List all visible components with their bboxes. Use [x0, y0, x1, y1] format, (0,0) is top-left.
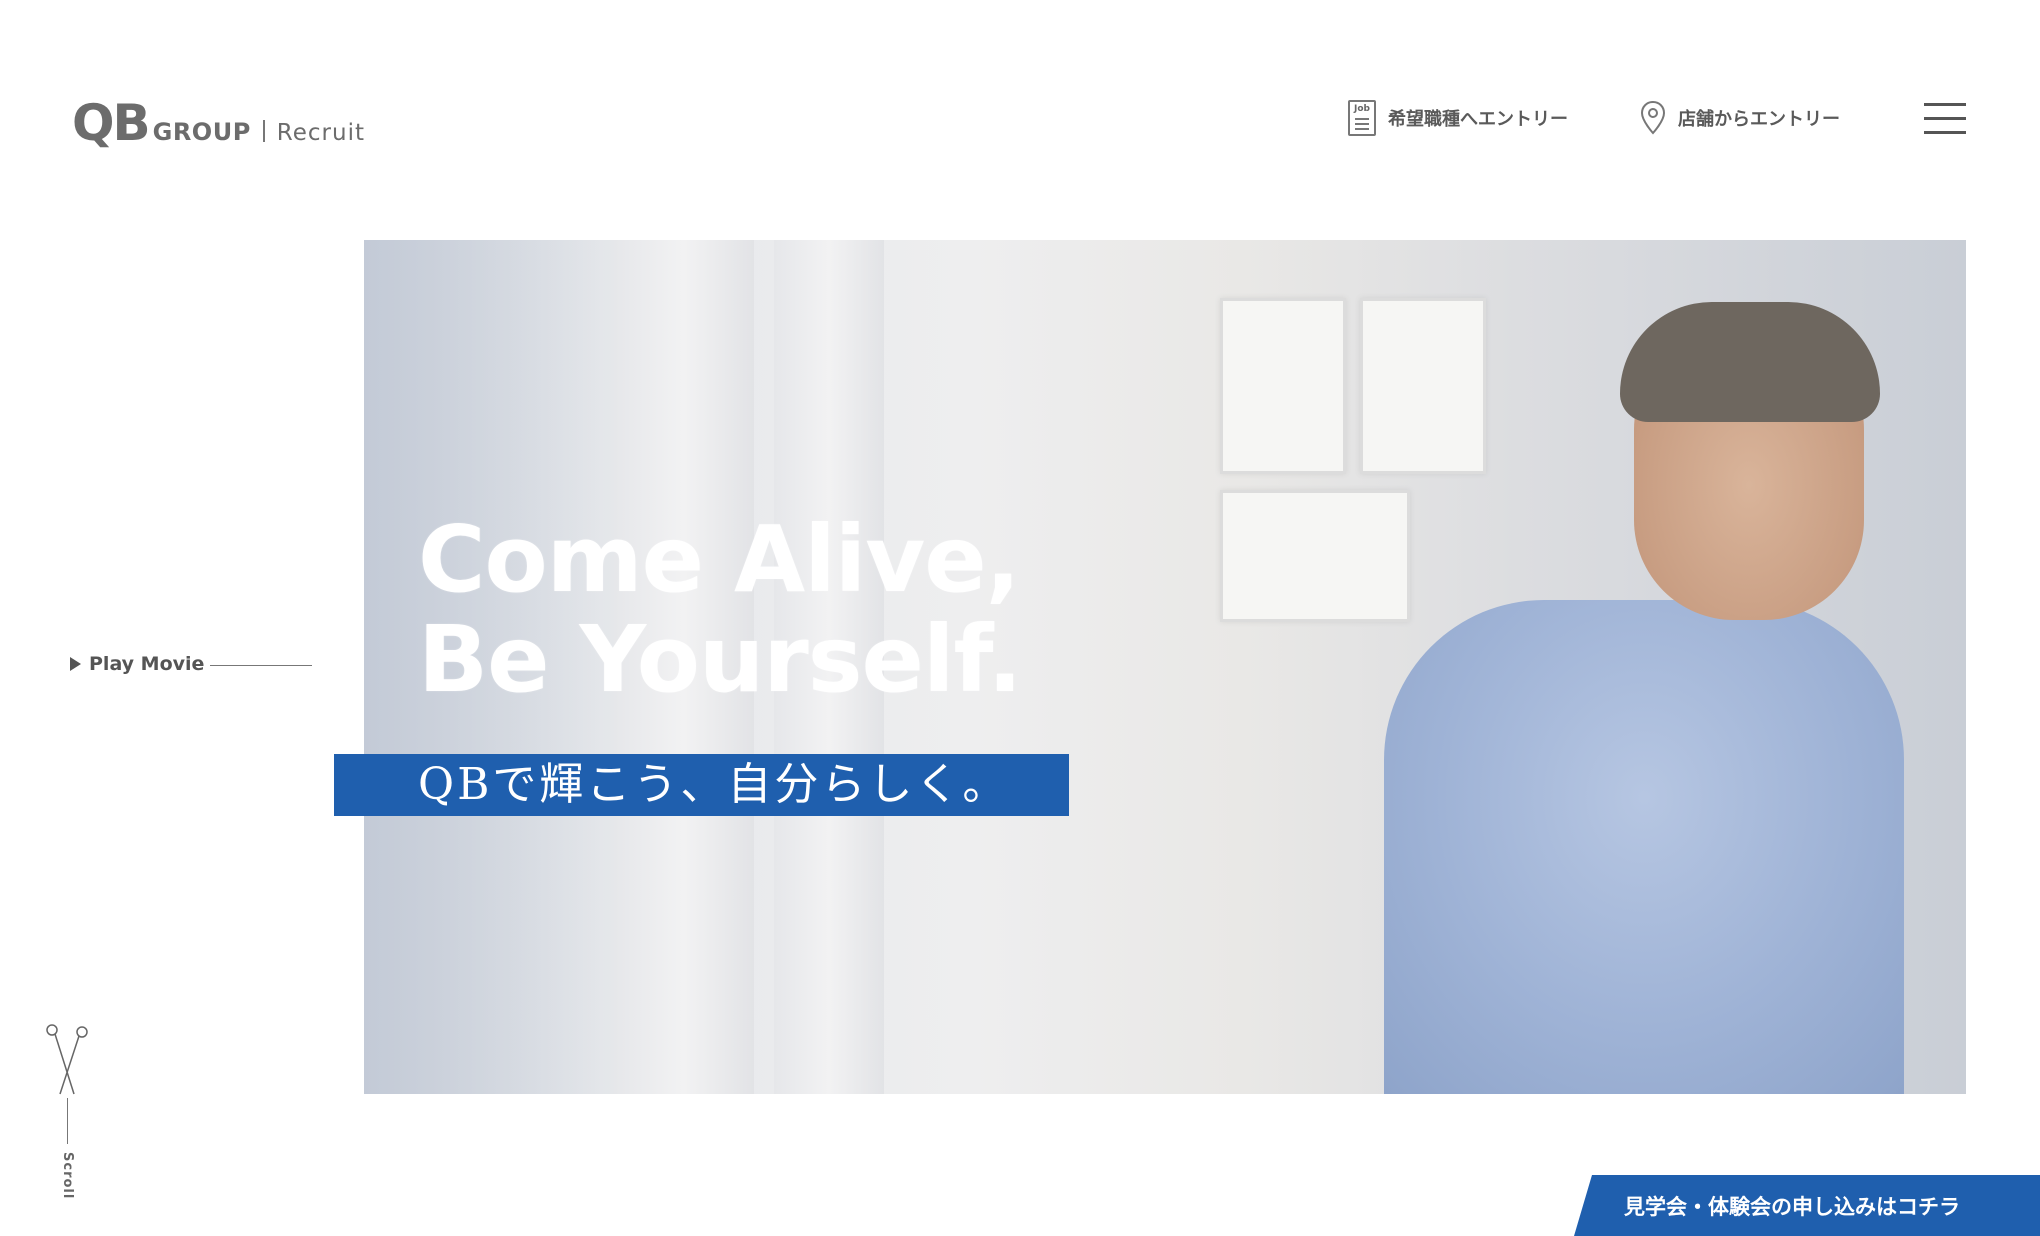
person	[1384, 600, 1904, 1094]
logo-group: GROUP	[152, 118, 251, 146]
logo-qb: QB	[72, 94, 151, 152]
job-icon-label: Job	[1354, 104, 1370, 114]
hamburger-menu-button[interactable]	[1924, 103, 1966, 135]
nav-entry-by-store[interactable]: 店舗からエントリー	[1640, 100, 1840, 136]
tour-application-button[interactable]: 見学会・体験会の申し込みはコチラ	[1574, 1175, 2040, 1236]
logo-recruit: Recruit	[276, 120, 365, 146]
logo-divider	[262, 120, 265, 142]
nav-entry-by-job[interactable]: Job 希望職種へエントリー	[1348, 100, 1568, 136]
scroll-line	[67, 1098, 68, 1144]
scroll-label[interactable]: Scroll	[60, 1152, 75, 1199]
job-icon: Job	[1348, 100, 1376, 136]
play-movie-line	[210, 665, 312, 666]
nav-entry-by-job-label: 希望職種へエントリー	[1388, 109, 1568, 130]
logo[interactable]: QB GROUP Recruit	[72, 98, 365, 148]
nav-entry-by-store-label: 店舗からエントリー	[1678, 109, 1840, 130]
hero-tagline: QBで輝こう、自分らしく。	[334, 754, 1069, 816]
headline-line1: Come Alive,	[418, 506, 1021, 613]
play-movie-label: Play Movie	[89, 653, 205, 675]
map-pin-icon	[1640, 100, 1666, 136]
play-icon	[70, 657, 81, 671]
play-movie-button[interactable]: Play Movie	[70, 653, 204, 675]
scissors-icon	[44, 1022, 90, 1102]
hero-headline: Come Alive, Be Yourself.	[418, 506, 1022, 713]
headline-line2: Be Yourself.	[418, 606, 1022, 713]
